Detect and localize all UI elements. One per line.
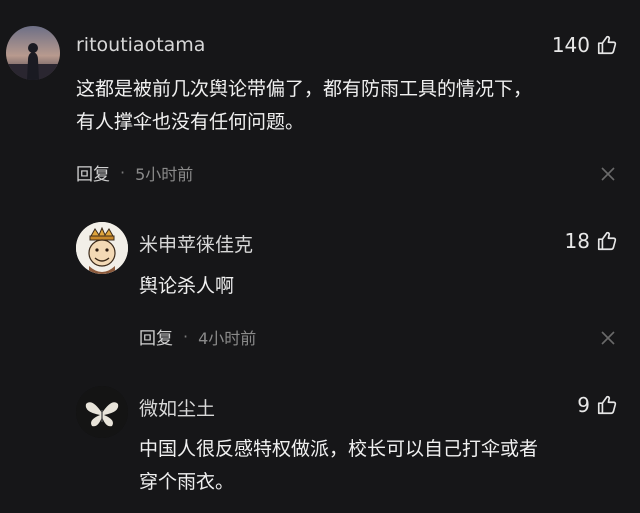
like-button[interactable]: 18 bbox=[565, 229, 618, 253]
like-count: 140 bbox=[551, 33, 590, 57]
thumb-up-icon bbox=[597, 231, 617, 251]
close-icon[interactable] bbox=[601, 331, 615, 345]
close-icon[interactable] bbox=[601, 167, 615, 181]
avatar[interactable] bbox=[76, 222, 128, 274]
comment-thread: { "comments": [ { "username": "ritoutiao… bbox=[0, 0, 640, 513]
like-button[interactable]: 140 bbox=[552, 33, 618, 57]
username[interactable]: 微如尘土 bbox=[139, 394, 215, 421]
comment-text-line: 中国人很反感特权做派，校长可以自己打伞或者 bbox=[139, 438, 539, 460]
reply-item: 米申苹徕佳克 18 舆论杀人啊 回复 · 4小时前 bbox=[0, 200, 640, 360]
timestamp: 4小时前 bbox=[198, 328, 257, 348]
username[interactable]: 米申苹徕佳克 bbox=[139, 230, 253, 257]
comment-text: 中国人很反感特权做派，校长可以自己打伞或者 穿个雨衣。 bbox=[139, 433, 538, 499]
meta-separator: · bbox=[120, 163, 126, 182]
reply-item: 微如尘土 9 中国人很反感特权做派，校长可以自己打伞或者 穿个雨衣。 bbox=[0, 360, 640, 513]
like-count: 9 bbox=[577, 393, 590, 417]
reply-button[interactable]: 回复 bbox=[76, 160, 110, 185]
comment-text-line: 舆论杀人啊 bbox=[139, 275, 235, 297]
cartoon-king-avatar-icon bbox=[76, 222, 128, 274]
comment-text-line: 穿个雨衣。 bbox=[139, 471, 235, 493]
username[interactable]: ritoutiaotama bbox=[76, 34, 205, 56]
comment-text: 舆论杀人啊 bbox=[139, 270, 234, 303]
avatar-photo-icon bbox=[6, 26, 60, 80]
thumb-up-icon bbox=[597, 395, 617, 415]
timestamp: 5小时前 bbox=[135, 164, 194, 184]
thumb-up-icon bbox=[597, 35, 617, 55]
comment-meta: 回复 · 4小时前 bbox=[139, 324, 256, 349]
like-count: 18 bbox=[564, 229, 590, 253]
comment-item: ritoutiaotama 140 这都是被前几次舆论带偏了，都有防雨工具的情况… bbox=[0, 0, 640, 200]
comment-text-line: 有人撑伞也没有任何问题。 bbox=[76, 111, 305, 133]
meta-separator: · bbox=[183, 327, 189, 346]
like-button[interactable]: 9 bbox=[577, 393, 618, 417]
comment-text: 这都是被前几次舆论带偏了，都有防雨工具的情况下， 有人撑伞也没有任何问题。 bbox=[76, 73, 532, 139]
reply-button[interactable]: 回复 bbox=[139, 324, 173, 349]
comment-meta: 回复 · 5小时前 bbox=[76, 160, 193, 185]
avatar[interactable] bbox=[76, 386, 128, 438]
avatar[interactable] bbox=[6, 26, 60, 80]
comment-text-line: 这都是被前几次舆论带偏了，都有防雨工具的情况下， bbox=[76, 78, 533, 100]
butterfly-avatar-icon bbox=[76, 386, 128, 438]
